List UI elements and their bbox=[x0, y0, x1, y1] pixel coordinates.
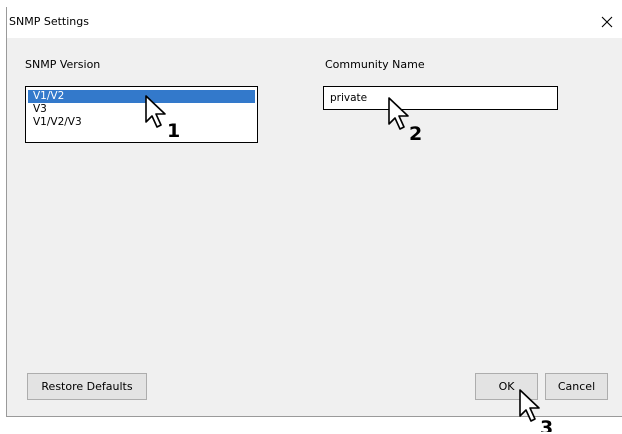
snmp-version-option-v1v2v3[interactable]: V1/V2/V3 bbox=[28, 116, 255, 129]
snmp-version-option-v3[interactable]: V3 bbox=[28, 103, 255, 116]
community-name-field[interactable] bbox=[323, 86, 558, 110]
cancel-button[interactable]: Cancel bbox=[545, 373, 608, 400]
snmp-settings-dialog: SNMP Settings SNMP Version V1/V2 V3 V1/V… bbox=[6, 7, 622, 417]
dialog-title: SNMP Settings bbox=[9, 15, 89, 28]
screenshot-canvas: SNMP Settings SNMP Version V1/V2 V3 V1/V… bbox=[0, 0, 622, 434]
community-name-label: Community Name bbox=[325, 58, 425, 71]
ok-button[interactable]: OK bbox=[475, 373, 538, 400]
snmp-version-listbox[interactable]: V1/V2 V3 V1/V2/V3 bbox=[25, 86, 258, 143]
snmp-version-label: SNMP Version bbox=[25, 58, 101, 71]
step-3-number: 3 bbox=[540, 417, 553, 432]
restore-defaults-button[interactable]: Restore Defaults bbox=[27, 373, 147, 400]
close-icon bbox=[601, 16, 613, 28]
close-button[interactable] bbox=[594, 10, 620, 34]
title-bar: SNMP Settings bbox=[7, 7, 622, 38]
snmp-version-option-v1v2[interactable]: V1/V2 bbox=[28, 90, 255, 103]
